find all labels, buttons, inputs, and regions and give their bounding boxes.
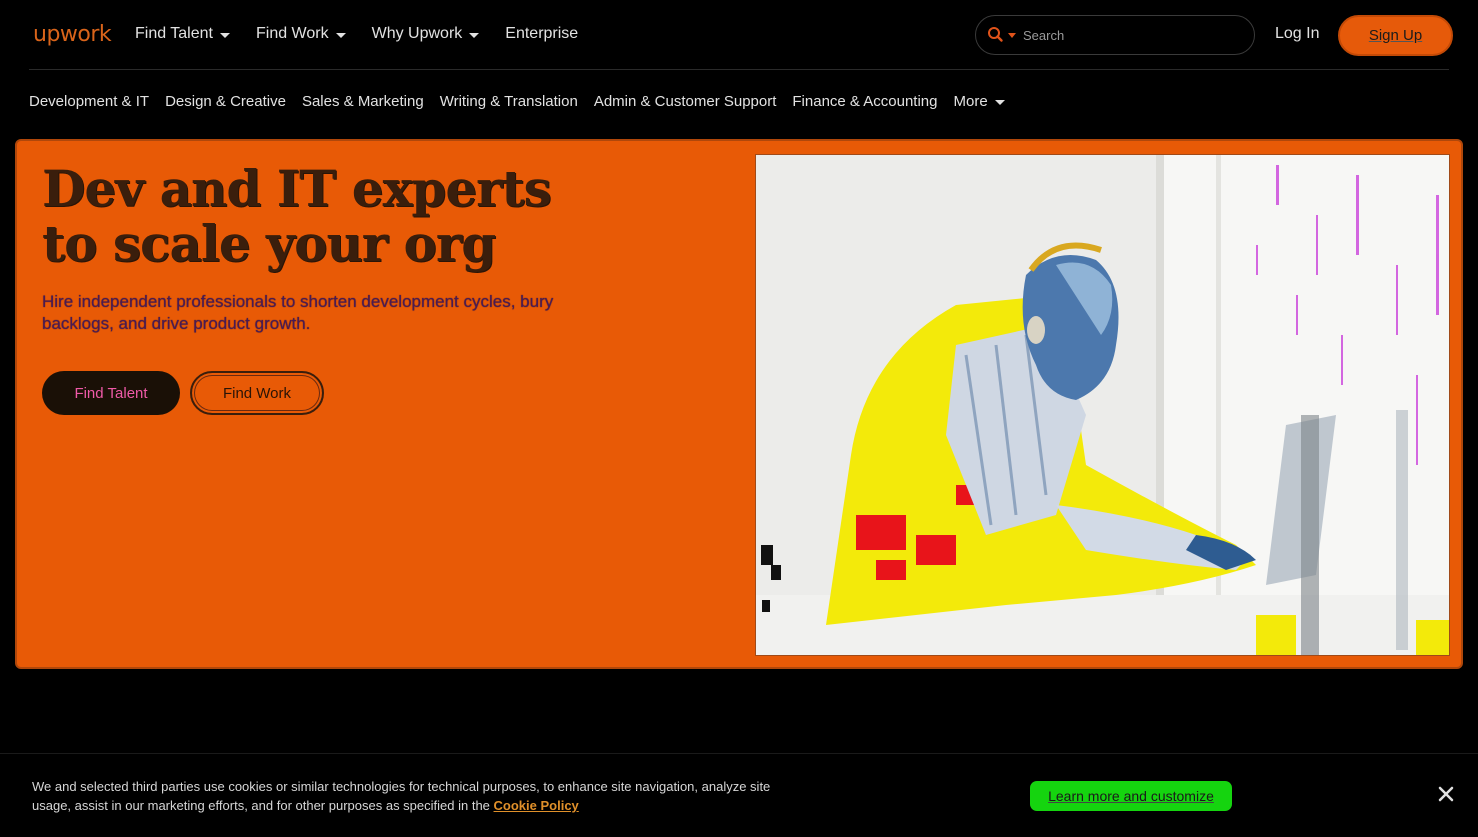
hero-photo-illustration xyxy=(756,155,1449,655)
category-sales-marketing[interactable]: Sales & Marketing xyxy=(302,93,424,110)
close-icon[interactable] xyxy=(1436,784,1456,804)
hero-title: Dev and IT experts to scale your org xyxy=(42,159,552,273)
chevron-down-icon xyxy=(994,100,1005,105)
hero-find-talent-button[interactable]: Find Talent xyxy=(42,371,180,415)
category-finance-accounting[interactable]: Finance & Accounting xyxy=(792,93,937,110)
category-writing-translation[interactable]: Writing & Translation xyxy=(440,93,578,110)
search-icon[interactable] xyxy=(986,25,1006,45)
header-divider xyxy=(29,69,1449,70)
chevron-down-icon xyxy=(219,32,230,38)
category-design-creative[interactable]: Design & Creative xyxy=(165,93,286,110)
search-bar[interactable] xyxy=(975,15,1255,55)
hero-section: Dev and IT experts to scale your org Hir… xyxy=(15,139,1463,669)
category-more[interactable]: More xyxy=(953,93,1005,110)
chevron-down-icon xyxy=(335,32,346,38)
category-development-it[interactable]: Development & IT xyxy=(29,93,149,110)
cookie-text: We and selected third parties use cookie… xyxy=(32,777,792,815)
nav-why-upwork-label: Why Upwork xyxy=(371,25,463,42)
hero-subtitle: Hire independent professionals to shorte… xyxy=(42,292,554,333)
chevron-down-icon xyxy=(469,32,480,38)
cookie-banner: We and selected third parties use cookie… xyxy=(0,753,1478,837)
nav-enterprise[interactable]: Enterprise xyxy=(505,25,578,43)
learn-more-customize-button[interactable]: Learn more and customize xyxy=(1030,781,1232,811)
category-more-label: More xyxy=(953,93,988,110)
nav-find-talent[interactable]: Find Talent xyxy=(135,25,230,43)
hero-image xyxy=(755,154,1450,656)
search-type-caret-icon[interactable] xyxy=(1008,32,1016,38)
upwork-logo[interactable]: upwork xyxy=(33,22,112,47)
nav-find-talent-label: Find Talent xyxy=(135,25,213,42)
category-admin-support[interactable]: Admin & Customer Support xyxy=(594,93,777,110)
main-nav: Find Talent Find Work Why Upwork Enterpr… xyxy=(135,25,604,43)
signup-button[interactable]: Sign Up xyxy=(1338,15,1453,56)
nav-find-work-label: Find Work xyxy=(255,25,329,42)
nav-enterprise-label: Enterprise xyxy=(505,25,579,42)
cookie-message: We and selected third parties use cookie… xyxy=(32,779,771,813)
cookie-policy-link[interactable]: Cookie Policy xyxy=(494,798,579,813)
search-input[interactable] xyxy=(1023,27,1243,43)
category-nav: Development & IT Design & Creative Sales… xyxy=(29,93,1021,110)
top-navigation: upwork Find Talent Find Work Why Upwork … xyxy=(0,0,1478,70)
login-link[interactable]: Log In xyxy=(1275,25,1319,43)
nav-find-work[interactable]: Find Work xyxy=(256,25,346,43)
hero-find-work-button[interactable]: Find Work xyxy=(190,371,324,415)
nav-why-upwork[interactable]: Why Upwork xyxy=(372,25,480,43)
